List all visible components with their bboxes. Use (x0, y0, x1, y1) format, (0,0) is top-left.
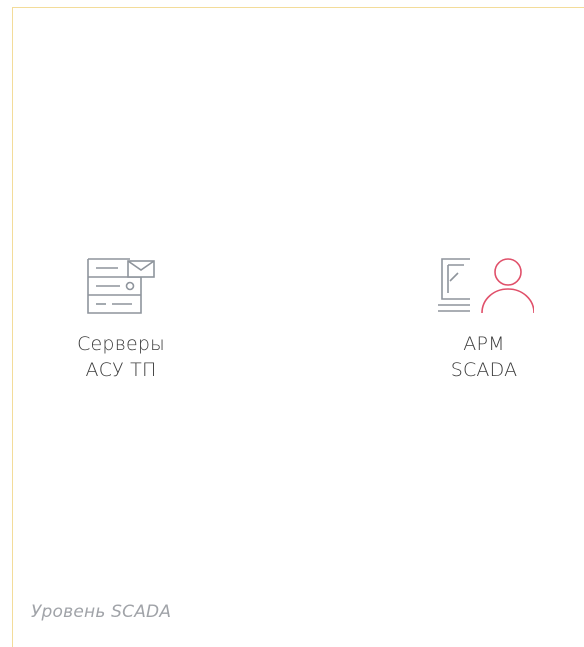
node-servers-label: Серверы АСУ ТП (21, 331, 221, 383)
node-arm: АРМ SCADA (384, 255, 584, 383)
node-servers: Серверы АСУ ТП (21, 255, 221, 383)
node-servers-label-line1: Серверы (77, 333, 165, 355)
level-label: Уровень SCADA (31, 602, 172, 622)
node-arm-label: АРМ SCADA (384, 331, 584, 383)
node-arm-label-line2: SCADA (450, 359, 518, 381)
node-servers-label-line2: АСУ ТП (85, 359, 157, 381)
node-arm-label-line1: АРМ (463, 333, 505, 355)
workstation-user-icon (438, 258, 534, 314)
server-mail-icon (87, 258, 155, 314)
